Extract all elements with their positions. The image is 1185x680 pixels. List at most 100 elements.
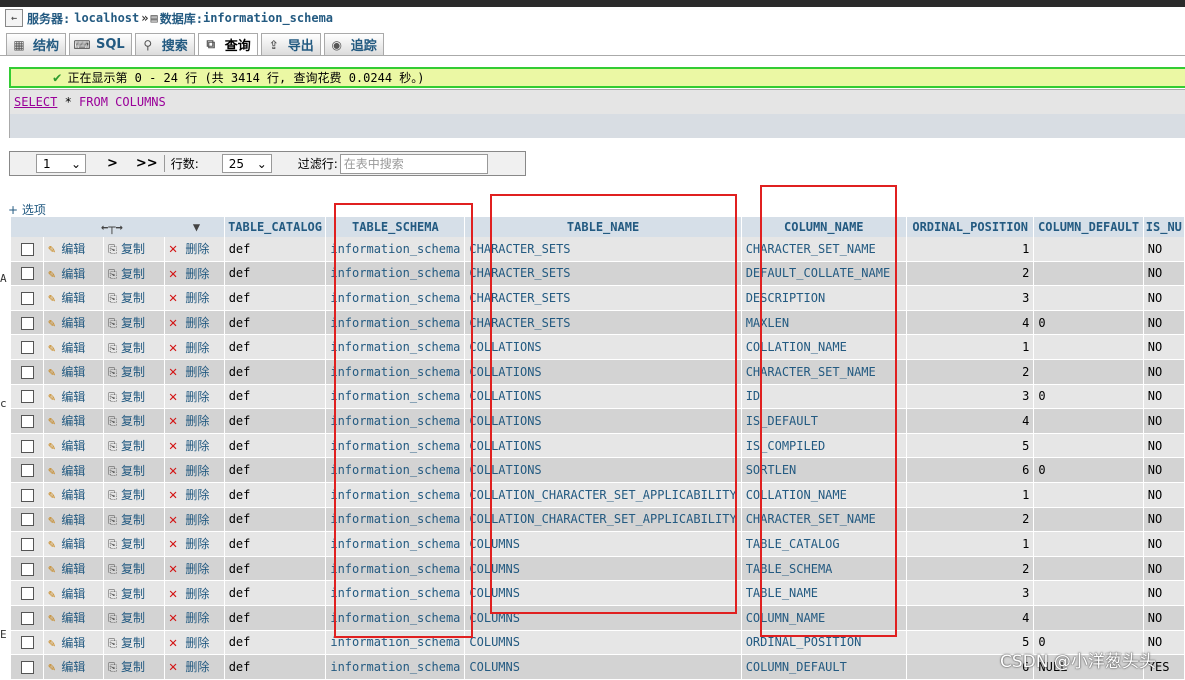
cell-column-default[interactable] xyxy=(1033,556,1144,582)
tab-export[interactable]: ⇪ 导出 xyxy=(260,33,321,55)
cell-column-name[interactable]: IS_DEFAULT xyxy=(741,408,907,434)
cell-ordinal-position[interactable]: 1 xyxy=(906,334,1035,360)
delete-action[interactable]: ✕ 删除 xyxy=(164,359,225,385)
options-toggle[interactable]: + 选项 xyxy=(8,201,46,218)
copy-action[interactable]: ⎘ 复制 xyxy=(103,285,165,311)
copy-action[interactable]: ⎘ 复制 xyxy=(103,359,165,385)
next-page-button[interactable]: > xyxy=(107,156,118,171)
delete-action[interactable]: ✕ 删除 xyxy=(164,433,225,459)
cell-table-schema[interactable]: information_schema xyxy=(325,630,466,656)
delete-action[interactable]: ✕ 删除 xyxy=(164,334,225,360)
cell-table-name[interactable]: COLUMNS xyxy=(464,654,742,680)
cell-table-name[interactable]: CHARACTER_SETS xyxy=(464,285,742,311)
cell-column-default[interactable]: 0 xyxy=(1033,384,1144,410)
copy-action[interactable]: ⎘ 复制 xyxy=(103,654,165,680)
delete-action[interactable]: ✕ 删除 xyxy=(164,605,225,631)
cell-is-nullable[interactable]: NO xyxy=(1143,334,1185,360)
cell-column-default[interactable] xyxy=(1033,261,1144,287)
row-checkbox[interactable] xyxy=(20,611,34,625)
cell-is-nullable[interactable]: NO xyxy=(1143,556,1185,582)
cell-table-name[interactable]: COLUMNS xyxy=(464,630,742,656)
cell-table-catalog[interactable]: def xyxy=(224,482,327,508)
row-checkbox[interactable] xyxy=(20,291,34,305)
cell-column-name[interactable]: TABLE_CATALOG xyxy=(741,531,907,557)
copy-action[interactable]: ⎘ 复制 xyxy=(103,482,165,508)
copy-action[interactable]: ⎘ 复制 xyxy=(103,531,165,557)
cell-column-default[interactable] xyxy=(1033,482,1144,508)
delete-action[interactable]: ✕ 删除 xyxy=(164,310,225,336)
cell-table-catalog[interactable]: def xyxy=(224,384,327,410)
delete-action[interactable]: ✕ 删除 xyxy=(164,457,225,483)
cell-table-name[interactable]: CHARACTER_SETS xyxy=(464,310,742,336)
edit-action[interactable]: ✎ 编辑 xyxy=(43,531,105,557)
row-checkbox[interactable] xyxy=(20,242,34,256)
copy-action[interactable]: ⎘ 复制 xyxy=(103,605,165,631)
cell-ordinal-position[interactable]: 6 xyxy=(906,457,1035,483)
cell-ordinal-position[interactable]: 4 xyxy=(906,310,1035,336)
cell-table-name[interactable]: COLLATIONS xyxy=(464,384,742,410)
header-ordinal-position[interactable]: ORDINAL_POSITION xyxy=(906,217,1035,237)
cell-table-catalog[interactable]: def xyxy=(224,654,327,680)
cell-ordinal-position[interactable]: 2 xyxy=(906,507,1035,533)
cell-column-default[interactable]: 0 xyxy=(1033,310,1144,336)
edit-action[interactable]: ✎ 编辑 xyxy=(43,285,105,311)
header-table-name[interactable]: TABLE_NAME xyxy=(464,217,742,237)
header-table-catalog[interactable]: TABLE_CATALOG xyxy=(224,217,327,237)
cell-table-schema[interactable]: information_schema xyxy=(325,457,466,483)
cell-table-catalog[interactable]: def xyxy=(224,285,327,311)
edit-action[interactable]: ✎ 编辑 xyxy=(43,580,105,606)
copy-action[interactable]: ⎘ 复制 xyxy=(103,261,165,287)
tab-sql[interactable]: ⌨ SQL xyxy=(69,33,132,55)
delete-action[interactable]: ✕ 删除 xyxy=(164,531,225,557)
delete-action[interactable]: ✕ 删除 xyxy=(164,384,225,410)
cell-is-nullable[interactable]: NO xyxy=(1143,408,1185,434)
server-link[interactable]: localhost xyxy=(74,11,139,25)
tab-tracking[interactable]: ◉ 追踪 xyxy=(323,33,384,55)
edit-action[interactable]: ✎ 编辑 xyxy=(43,237,105,262)
cell-column-default[interactable] xyxy=(1033,285,1144,311)
database-link[interactable]: information_schema xyxy=(203,11,333,25)
cell-column-name[interactable]: TABLE_NAME xyxy=(741,580,907,606)
cell-column-name[interactable]: CHARACTER_SET_NAME xyxy=(741,507,907,533)
cell-table-catalog[interactable]: def xyxy=(224,310,327,336)
tab-query[interactable]: ⧉ 查询 xyxy=(197,33,258,55)
cell-is-nullable[interactable]: NO xyxy=(1143,285,1185,311)
copy-action[interactable]: ⎘ 复制 xyxy=(103,457,165,483)
header-column-default[interactable]: COLUMN_DEFAULT xyxy=(1033,217,1144,237)
cell-is-nullable[interactable]: NO xyxy=(1143,310,1185,336)
cell-table-catalog[interactable]: def xyxy=(224,605,327,631)
cell-table-catalog[interactable]: def xyxy=(224,457,327,483)
edit-action[interactable]: ✎ 编辑 xyxy=(43,310,105,336)
cell-table-catalog[interactable]: def xyxy=(224,556,327,582)
delete-action[interactable]: ✕ 删除 xyxy=(164,580,225,606)
cell-column-name[interactable]: IS_COMPILED xyxy=(741,433,907,459)
edit-action[interactable]: ✎ 编辑 xyxy=(43,408,105,434)
cell-column-default[interactable] xyxy=(1033,433,1144,459)
column-resize-control[interactable]: ←┬→ ▼ xyxy=(11,217,225,237)
copy-action[interactable]: ⎘ 复制 xyxy=(103,507,165,533)
triangle-down-icon[interactable]: ▼ xyxy=(193,220,200,234)
cell-ordinal-position[interactable]: 1 xyxy=(906,237,1035,262)
delete-action[interactable]: ✕ 删除 xyxy=(164,237,225,262)
row-checkbox[interactable] xyxy=(20,513,34,527)
row-checkbox[interactable] xyxy=(20,464,34,478)
cell-table-name[interactable]: COLLATIONS xyxy=(464,433,742,459)
delete-action[interactable]: ✕ 删除 xyxy=(164,285,225,311)
cell-column-default[interactable] xyxy=(1033,334,1144,360)
cell-column-name[interactable]: COLLATION_NAME xyxy=(741,482,907,508)
collapse-icon[interactable]: ← xyxy=(5,9,23,27)
cell-column-default[interactable] xyxy=(1033,580,1144,606)
edit-action[interactable]: ✎ 编辑 xyxy=(43,334,105,360)
cell-is-nullable[interactable]: NO xyxy=(1143,261,1185,287)
cell-table-schema[interactable]: information_schema xyxy=(325,531,466,557)
edit-action[interactable]: ✎ 编辑 xyxy=(43,261,105,287)
header-table-schema[interactable]: TABLE_SCHEMA xyxy=(325,217,466,237)
cell-table-catalog[interactable]: def xyxy=(224,580,327,606)
copy-action[interactable]: ⎘ 复制 xyxy=(103,433,165,459)
edit-action[interactable]: ✎ 编辑 xyxy=(43,482,105,508)
cell-column-name[interactable]: SORTLEN xyxy=(741,457,907,483)
row-checkbox[interactable] xyxy=(20,439,34,453)
cell-ordinal-position[interactable]: 3 xyxy=(906,285,1035,311)
tab-structure[interactable]: ▦ 结构 xyxy=(6,33,67,55)
cell-table-schema[interactable]: information_schema xyxy=(325,285,466,311)
